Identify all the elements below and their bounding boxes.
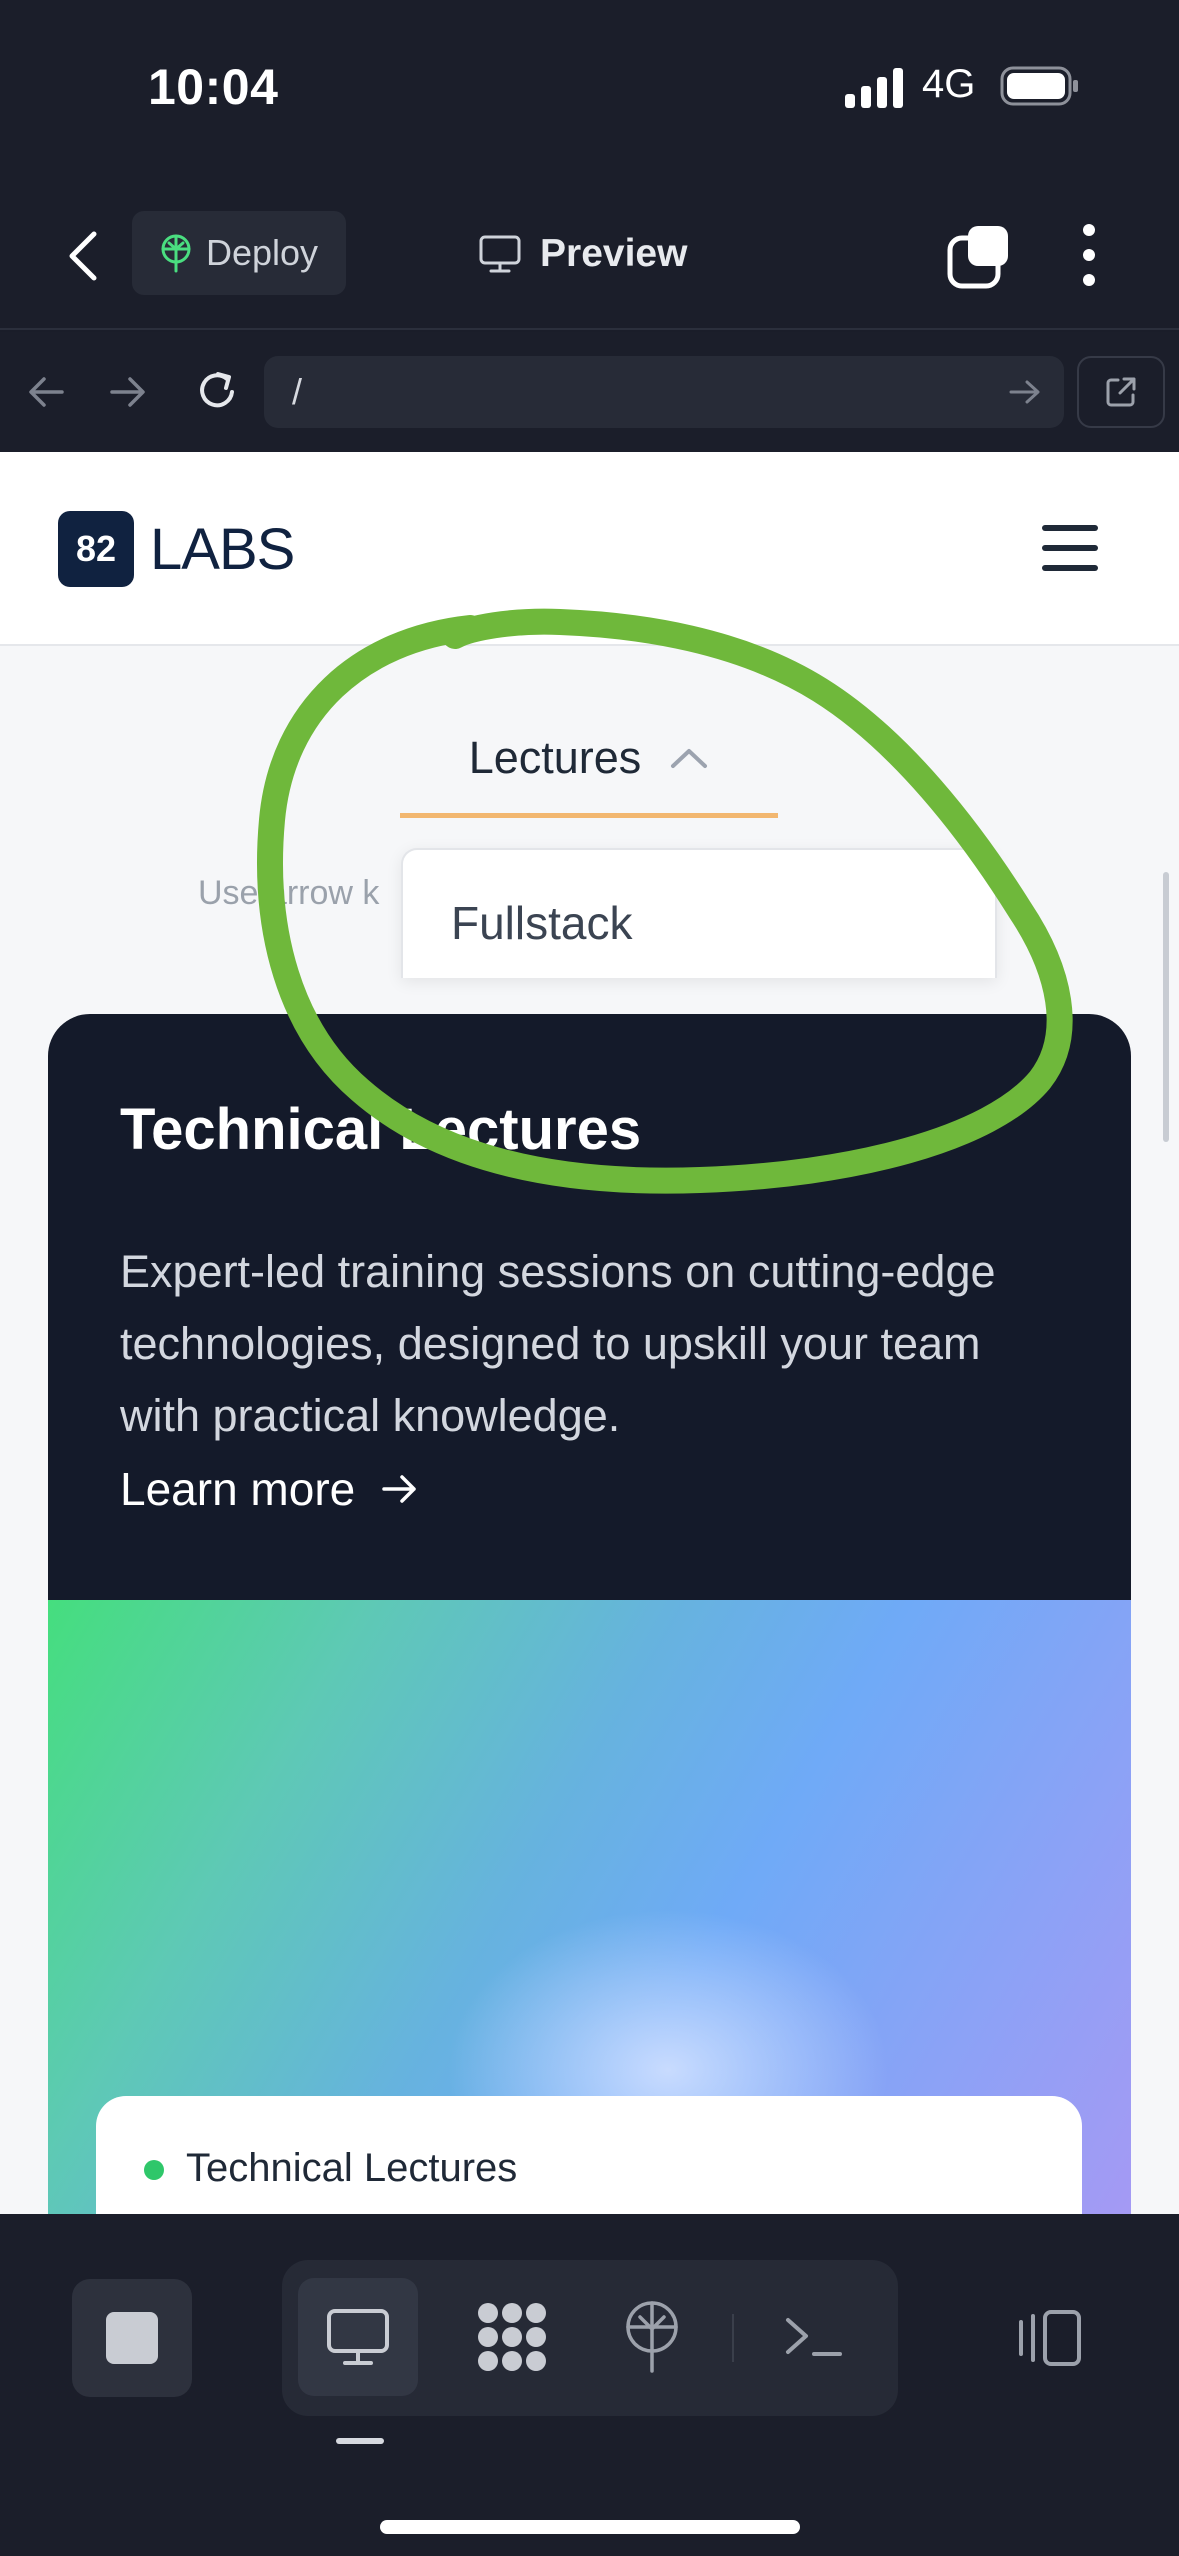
mode-deploy-button[interactable]: [592, 2278, 712, 2396]
arrow-right-icon: [382, 1475, 416, 1503]
terminal-icon: [786, 2318, 842, 2356]
inner-preview-card: Technical Lectures: [96, 2096, 1082, 2214]
monitor-icon: [327, 2309, 389, 2365]
arrow-left-icon[interactable]: [26, 374, 66, 410]
network-type: 4G: [922, 62, 976, 106]
deploy-label: Deploy: [206, 232, 319, 273]
logo-badge[interactable]: 82: [58, 511, 134, 587]
card-title: Technical Lectures: [120, 1097, 642, 1162]
monitor-icon: [479, 235, 521, 273]
stop-button[interactable]: [72, 2279, 192, 2397]
feature-card: Technical Lectures Expert-led training s…: [48, 1014, 1131, 2214]
hint-text: Use arrow k: [198, 874, 380, 912]
arrow-right-icon[interactable]: [108, 374, 148, 410]
nav-tab-lectures[interactable]: Lectures: [400, 726, 778, 818]
learn-more-link[interactable]: Learn more: [120, 1462, 419, 1516]
tabs-icon[interactable]: [946, 224, 1012, 290]
inner-card-title: Technical Lectures: [186, 2146, 518, 2190]
learn-more-label: Learn more: [120, 1463, 356, 1515]
hamburger-icon[interactable]: [1042, 525, 1098, 571]
logo-text[interactable]: LABS: [150, 516, 295, 583]
url-bar-row: /: [0, 332, 1179, 452]
mode-terminal-button[interactable]: [754, 2278, 874, 2396]
card-description: Expert-led training sessions on cutting-…: [120, 1246, 996, 1441]
mode-preview-button[interactable]: [298, 2278, 418, 2396]
reload-icon[interactable]: [194, 368, 240, 414]
deploy-button[interactable]: Deploy: [132, 211, 346, 295]
web-preview: 82 LABS Use arrow k Lectures Fullstack T…: [0, 452, 1179, 2214]
external-link-button[interactable]: [1077, 356, 1165, 428]
external-link-icon: [1106, 377, 1136, 407]
globe-tree-icon: [161, 234, 191, 273]
panel-toggle-button[interactable]: [1000, 2279, 1100, 2397]
preview-label: Preview: [540, 232, 688, 275]
url-input[interactable]: /: [264, 356, 1064, 428]
dropdown-item-fullstack[interactable]: Fullstack: [451, 896, 632, 950]
chevron-left-icon[interactable]: [60, 228, 110, 284]
scrollbar[interactable]: [1163, 872, 1169, 1142]
active-mode-indicator: [336, 2438, 384, 2444]
status-time: 10:04: [148, 59, 279, 115]
more-vertical-icon[interactable]: [1074, 222, 1104, 288]
site-header: 82 LABS: [0, 452, 1179, 646]
nav-tab-label: Lectures: [468, 732, 642, 783]
stop-icon: [106, 2312, 158, 2364]
signal-bars-icon: [845, 68, 903, 108]
status-dot: [144, 2160, 164, 2180]
bottom-toolbar: [0, 2214, 1179, 2556]
home-indicator: [380, 2520, 800, 2534]
lectures-dropdown: Fullstack: [401, 848, 997, 978]
chevron-up-icon: [671, 749, 708, 768]
deploy-icon: [626, 2301, 678, 2373]
divider: [732, 2314, 734, 2362]
app-toolbar: Deploy Preview: [0, 180, 1179, 330]
modules-icon: [478, 2303, 546, 2371]
preview-title: Preview: [478, 224, 687, 284]
go-arrow-icon[interactable]: [1008, 376, 1042, 408]
view-mode-group: [282, 2260, 898, 2416]
status-bar: 10:04 4G: [0, 0, 1179, 180]
battery-icon: [1000, 66, 1078, 106]
mode-modules-button[interactable]: [452, 2278, 572, 2396]
panel-toggle-icon: [1019, 2310, 1081, 2366]
